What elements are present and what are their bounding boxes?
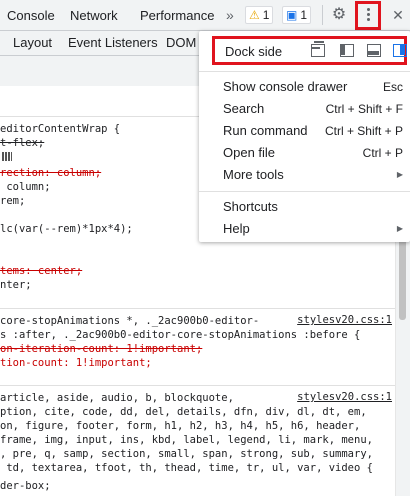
tab-console[interactable]: Console [7, 0, 55, 30]
css-declaration[interactable]: on-iteration-count: 1!important; [0, 342, 202, 356]
menu-item-shortcut: Ctrl + Shift + P [324, 124, 403, 138]
rule-selector[interactable]: on, figure, footer, form, h1, h2, h3, h4… [0, 419, 360, 433]
menu-item-more-tools[interactable]: More tools ▶ [223, 165, 403, 185]
menu-item-label: More tools [223, 167, 284, 182]
rule-selector[interactable]: frame, img, input, ins, kbd, label, lege… [0, 433, 373, 447]
css-declaration[interactable]: rection: column; [0, 166, 101, 180]
menu-item-search[interactable]: Search Ctrl + Shift + F [223, 99, 403, 119]
css-declaration[interactable]: tion-count: 1!important; [0, 356, 152, 370]
rule-selector[interactable]: ption, cite, code, dd, del, details, dfn… [0, 405, 367, 419]
tab-event-listeners[interactable]: Event Listeners [68, 31, 158, 55]
submenu-arrow-icon: ▶ [396, 224, 403, 233]
flex-editor-icon[interactable] [2, 152, 12, 161]
menu-item-help[interactable]: Help ▶ [223, 219, 403, 239]
tab-network[interactable]: Network [70, 0, 118, 30]
kebab-menu-icon [365, 6, 371, 23]
menu-separator [199, 191, 410, 192]
stylesheet-link[interactable]: stylesv20.css:1 [297, 391, 392, 403]
css-declaration[interactable]: column; [0, 180, 50, 194]
menu-separator [199, 71, 410, 72]
dock-side-row: Dock side [212, 36, 407, 65]
rule-selector[interactable]: article, aside, audio, b, blockquote, [0, 391, 234, 405]
more-tabs-button[interactable]: » [226, 0, 234, 30]
menu-item-open-file[interactable]: Open file Ctrl + P [223, 143, 403, 163]
menu-item-show-console-drawer[interactable]: Show console drawer Esc [223, 77, 403, 97]
menu-item-label: Help [223, 221, 250, 236]
tab-dom[interactable]: DOM [166, 31, 196, 55]
messages-badge[interactable]: ▣ 1 [282, 6, 312, 24]
warnings-badge[interactable]: ⚠ 1 [245, 6, 274, 24]
menu-item-shortcut: Ctrl + Shift + F [325, 102, 403, 116]
warning-icon: ⚠ [249, 8, 260, 22]
menu-item-run-command[interactable]: Run command Ctrl + Shift + P [223, 121, 403, 141]
rule-separator [0, 308, 395, 309]
dock-bottom-icon[interactable] [367, 44, 381, 57]
menu-item-shortcut: Esc [382, 80, 403, 94]
menu-item-shortcut: Ctrl + P [362, 146, 403, 160]
warnings-count: 1 [262, 8, 270, 22]
rule-selector[interactable]: td, textarea, tfoot, th, thead, time, tr… [0, 461, 373, 475]
dock-left-icon[interactable] [340, 44, 354, 57]
main-tab-bar: Console Network Performance » ⚠ 1 ▣ 1 ⚙ ✕ [0, 0, 410, 31]
tab-layout[interactable]: Layout [13, 31, 52, 55]
css-declaration[interactable]: t-flex; [0, 136, 44, 150]
customize-menu-button[interactable] [355, 1, 381, 30]
menu-item-label: Show console drawer [223, 79, 348, 94]
menu-item-label: Open file [223, 145, 276, 160]
dock-side-label: Dock side [225, 44, 283, 59]
menu-item-label: Shortcuts [223, 199, 278, 214]
message-icon: ▣ [286, 8, 298, 22]
css-declaration[interactable]: lc(var(--rem)*1px*4); [0, 222, 133, 236]
rule-selector[interactable]: editorContentWrap { [0, 122, 120, 136]
stylesheet-link[interactable]: stylesv20.css:1 [297, 314, 392, 326]
customize-devtools-menu: Dock side Show console drawer Esc Search… [199, 31, 410, 242]
undock-icon[interactable] [311, 41, 325, 57]
rule-selector[interactable]: s :after, ._2ac900b0-editor-core-stopAni… [0, 328, 360, 342]
rule-selector[interactable]: core-stopAnimations *, ._2ac900b0-editor… [0, 314, 259, 328]
css-declaration[interactable]: rem; [0, 194, 25, 208]
dock-right-icon[interactable] [393, 44, 407, 57]
messages-count: 1 [300, 8, 308, 22]
close-icon[interactable]: ✕ [386, 3, 410, 27]
gear-icon[interactable]: ⚙ [327, 3, 351, 27]
menu-item-label: Search [223, 101, 265, 116]
submenu-arrow-icon: ▶ [396, 170, 403, 179]
toolbar-divider [322, 5, 323, 25]
rule-selector[interactable]: , pre, q, samp, section, small, span, st… [0, 447, 373, 461]
menu-item-label: Run command [223, 123, 308, 138]
css-declaration[interactable]: nter; [0, 278, 32, 292]
css-declaration[interactable]: der-box; [0, 479, 51, 493]
rule-separator [0, 385, 395, 386]
menu-item-shortcuts[interactable]: Shortcuts [223, 197, 403, 217]
css-declaration[interactable]: tems: center; [0, 264, 82, 278]
tab-performance[interactable]: Performance [140, 0, 214, 30]
